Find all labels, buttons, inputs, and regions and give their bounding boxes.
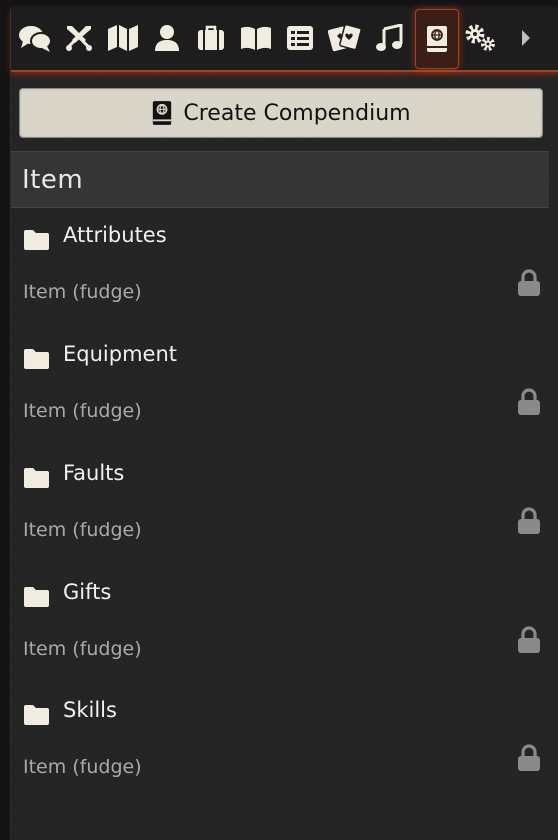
compendium-pack[interactable]: Attributes Item (fudge) [11, 211, 549, 329]
tab-compendium[interactable] [415, 9, 459, 69]
folder-icon [24, 587, 49, 607]
lock-icon [518, 626, 540, 653]
gears-icon [465, 24, 495, 51]
tab-journal[interactable] [235, 10, 277, 66]
tab-scenes[interactable] [102, 10, 144, 66]
compendium-icon [153, 101, 172, 125]
tab-items[interactable] [190, 10, 232, 66]
pack-title: Skills [63, 698, 117, 722]
compendium-icon [427, 26, 447, 52]
tab-cards[interactable] [324, 10, 366, 66]
map-icon [108, 25, 138, 51]
tab-actors[interactable] [146, 10, 188, 66]
compendium-pack[interactable]: Equipment Item (fudge) [11, 330, 549, 448]
pack-title: Gifts [63, 580, 112, 604]
compendium-pack[interactable]: Skills Item (fudge) [11, 686, 549, 804]
book-open-icon [241, 26, 271, 50]
tab-chat[interactable] [14, 10, 56, 66]
combat-icon [66, 26, 92, 51]
compendium-pack[interactable]: Faults Item (fudge) [11, 449, 549, 567]
cards-icon [328, 24, 362, 52]
pack-type: Item (fudge) [23, 281, 142, 303]
tab-playlists[interactable] [368, 10, 410, 66]
create-compendium-label: Create Compendium [183, 100, 411, 126]
pack-title: Equipment [63, 342, 177, 366]
pack-type: Item (fudge) [23, 400, 142, 422]
tab-settings[interactable] [459, 10, 501, 66]
sidebar: Create Compendium Item Attributes Item (… [10, 8, 558, 840]
folder-icon [24, 705, 49, 725]
lock-icon [518, 388, 540, 415]
tab-tables[interactable] [279, 10, 321, 66]
user-icon [155, 25, 179, 51]
pack-type: Item (fudge) [23, 519, 142, 541]
lock-icon [518, 744, 540, 771]
lock-icon [518, 269, 540, 296]
folder-icon [24, 349, 49, 369]
tab-collapse[interactable] [505, 10, 547, 66]
suitcase-icon [198, 25, 224, 50]
pack-type: Item (fudge) [23, 638, 142, 660]
pack-type: Item (fudge) [23, 756, 142, 778]
list-icon [287, 26, 313, 50]
compendium-pack[interactable]: Gifts Item (fudge) [11, 568, 549, 686]
tab-combat[interactable] [58, 10, 100, 66]
folder-icon [24, 230, 49, 250]
section-header-item: Item [11, 151, 549, 208]
caret-right-icon [522, 30, 530, 46]
pack-title: Faults [63, 461, 125, 485]
folder-icon [24, 468, 49, 488]
lock-icon [518, 507, 540, 534]
pack-title: Attributes [63, 223, 167, 247]
create-compendium-button[interactable]: Create Compendium [19, 88, 543, 138]
music-icon [376, 24, 403, 51]
chat-icon [19, 26, 52, 52]
sidebar-tabs [11, 8, 558, 72]
section-title: Item [22, 164, 84, 195]
